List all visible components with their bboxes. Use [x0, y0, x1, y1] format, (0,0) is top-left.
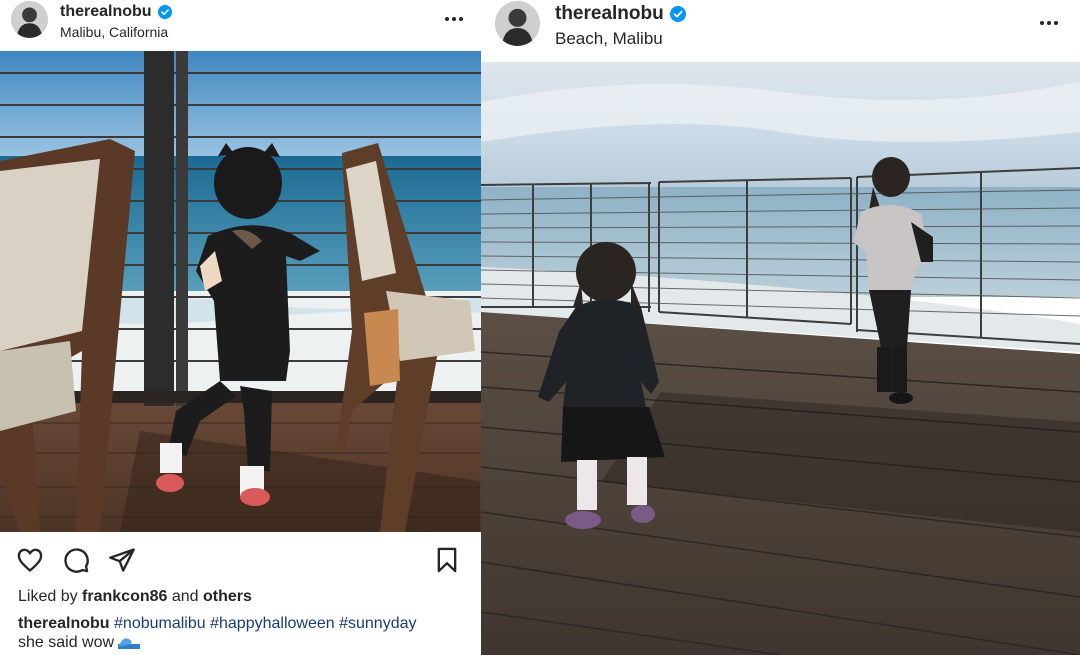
- user-block: therealnobu Malibu, California: [60, 3, 172, 40]
- share-icon[interactable]: [108, 546, 136, 574]
- username[interactable]: therealnobu: [60, 3, 152, 21]
- caption-username[interactable]: therealnobu: [18, 615, 110, 632]
- verified-badge-icon: [157, 5, 172, 19]
- username-row: therealnobu: [60, 3, 172, 21]
- hashtag-happyhalloween[interactable]: #happyhalloween: [210, 615, 335, 632]
- location[interactable]: Malibu, California: [60, 24, 172, 40]
- more-options-icon[interactable]: [1040, 21, 1058, 25]
- avatar[interactable]: [11, 1, 48, 38]
- post-header: therealnobu Beach, Malibu: [481, 0, 1080, 62]
- post-photo: [481, 62, 1080, 655]
- hashtag-sunnyday[interactable]: #sunnyday: [339, 615, 416, 632]
- post-left: therealnobu Malibu, California Liked by …: [0, 0, 481, 655]
- comment-icon[interactable]: [62, 546, 90, 574]
- caption-text: she said wow: [18, 634, 115, 651]
- location[interactable]: Beach, Malibu: [555, 29, 686, 49]
- wave-emoji: [118, 635, 141, 649]
- bookmark-icon[interactable]: [433, 546, 461, 574]
- likes-others[interactable]: others: [203, 588, 252, 605]
- user-block: therealnobu Beach, Malibu: [555, 3, 686, 49]
- avatar[interactable]: [495, 1, 540, 46]
- hashtag-nobumalibu[interactable]: #nobumalibu: [114, 615, 206, 632]
- verified-badge-icon: [669, 6, 686, 22]
- more-options-icon[interactable]: [445, 17, 463, 21]
- likes-prefix: Liked by: [18, 588, 78, 605]
- post-right: therealnobu Beach, Malibu: [481, 0, 1080, 655]
- caption: therealnobu #nobumalibu #happyhalloween …: [18, 614, 478, 652]
- username[interactable]: therealnobu: [555, 3, 664, 25]
- post-photo: [0, 51, 481, 532]
- post-header: therealnobu Malibu, California: [0, 0, 481, 50]
- action-bar: [0, 540, 481, 580]
- heart-icon[interactable]: [16, 546, 44, 574]
- liker-username[interactable]: frankcon86: [82, 588, 167, 605]
- username-row: therealnobu: [555, 3, 686, 25]
- likes-line: Liked by frankcon86 and others: [18, 588, 252, 606]
- likes-conjunction: and: [171, 588, 199, 605]
